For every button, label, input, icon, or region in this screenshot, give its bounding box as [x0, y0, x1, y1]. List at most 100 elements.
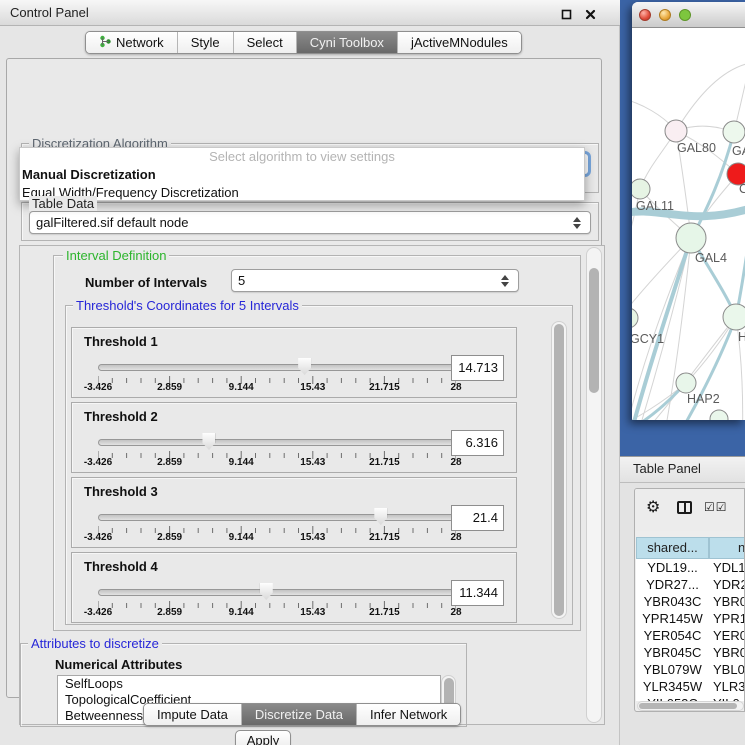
network-node-label: GAL80: [677, 141, 716, 155]
slider-tick-label: 2.859: [157, 532, 182, 543]
zoom-traffic-light[interactable]: [679, 9, 691, 21]
table-cell: YDR2: [713, 576, 745, 593]
algorithm-option-manual-discretization[interactable]: Manual Discretization: [20, 166, 584, 184]
network-node[interactable]: [665, 120, 687, 142]
table-row[interactable]: YLR345WYLR3: [636, 678, 745, 695]
outer-vertical-scrollbar[interactable]: [586, 247, 602, 723]
tab-discretize-data[interactable]: Discretize Data: [241, 704, 356, 725]
threshold-slider-track[interactable]: [98, 514, 456, 521]
network-node[interactable]: [723, 121, 745, 143]
select-columns-checkbox-icons[interactable]: ☑☑: [704, 500, 728, 514]
network-node-label: GCY1: [632, 332, 664, 346]
tab-label: Cyni Toolbox: [310, 35, 384, 50]
table-row[interactable]: YBR043CYBR0: [636, 593, 745, 610]
threshold-label: Threshold 2: [84, 409, 158, 424]
threshold-row-4: Threshold 4-3.4262.8599.14415.4321.71528…: [71, 552, 517, 623]
threshold-coordinates-title: Threshold's Coordinates for 5 Intervals: [73, 298, 302, 313]
float-window-icon[interactable]: [561, 8, 572, 19]
algorithm-option-equal-width-frequency-discretization[interactable]: Equal Width/Frequency Discretization: [20, 184, 584, 202]
slider-tick-label: 9.144: [229, 457, 254, 468]
network-node[interactable]: [723, 304, 745, 330]
apply-button[interactable]: Apply: [235, 730, 291, 745]
top-tab-bar: Network Style Select Cyni Toolbox jActiveMNo…: [85, 31, 522, 54]
columns-icon[interactable]: [677, 501, 692, 514]
threshold-value-field[interactable]: 6.316: [451, 430, 504, 456]
threshold-value-field[interactable]: 11.344: [451, 580, 504, 606]
slider-tick-label: 15.43: [300, 457, 325, 468]
network-node[interactable]: [676, 223, 706, 253]
slider-tick-label: 21.715: [369, 607, 400, 618]
tab-label: Style: [191, 35, 220, 50]
table-cell: YER054C: [636, 627, 709, 644]
close-traffic-light[interactable]: [639, 9, 651, 21]
outer-scrollbar-thumb[interactable]: [589, 268, 599, 393]
attribute-item-selfloops[interactable]: SelfLoops: [58, 676, 440, 692]
cyni-toolbox-pane: Discretization Algorithm Table Data galF…: [6, 58, 602, 698]
threshold-slider-thumb[interactable]: [202, 433, 215, 450]
table-cell: YPR1: [713, 610, 745, 627]
network-node[interactable]: [676, 373, 696, 393]
table-row[interactable]: YBL079WYBL0: [636, 661, 745, 678]
tab-label: Network: [116, 35, 164, 50]
slider-tick-label: 9.144: [229, 382, 254, 393]
threshold-label: Threshold 4: [84, 559, 158, 574]
tab-label: jActiveMNodules: [411, 35, 508, 50]
table-hscrollbar-thumb[interactable]: [639, 703, 737, 709]
threshold-slider-thumb[interactable]: [260, 583, 273, 600]
tab-label: Impute Data: [157, 707, 228, 722]
table-row[interactable]: YDR27...YDR2: [636, 576, 745, 593]
tab-jactivemnodules[interactable]: jActiveMNodules: [397, 32, 521, 53]
slider-tick-label: 2.859: [157, 382, 182, 393]
slider-tick-label: 2.859: [157, 607, 182, 618]
threshold-label: Threshold 3: [84, 484, 158, 499]
table-row[interactable]: YER054CYER0: [636, 627, 745, 644]
slider-ticks: [98, 374, 456, 384]
table-row[interactable]: YPR145WYPR1: [636, 610, 745, 627]
network-canvas[interactable]: GAL80GACGAL11GAL4GCY1HHAP2: [632, 28, 745, 420]
table-panel-title: Table Panel: [633, 461, 701, 476]
gear-icon[interactable]: ⚙: [646, 499, 660, 515]
interval-definition-title: Interval Definition: [63, 248, 169, 263]
tab-network[interactable]: Network: [86, 32, 177, 53]
network-node[interactable]: [632, 308, 638, 328]
slider-tick-label: 2.859: [157, 457, 182, 468]
minimize-traffic-light[interactable]: [659, 9, 671, 21]
threshold-value-field[interactable]: 14.713: [451, 355, 504, 381]
threshold-value-field[interactable]: 21.4: [451, 505, 504, 531]
table-data-combobox[interactable]: galFiltered.sif default node: [29, 211, 591, 234]
tab-style[interactable]: Style: [177, 32, 233, 53]
network-node[interactable]: [632, 179, 650, 199]
threshold-slider-thumb[interactable]: [374, 508, 387, 525]
network-node[interactable]: [710, 410, 728, 420]
tab-select[interactable]: Select: [233, 32, 296, 53]
tab-impute-data[interactable]: Impute Data: [144, 704, 241, 725]
network-view-window: GAL80GACGAL11GAL4GCY1HHAP2: [632, 2, 745, 420]
close-icon[interactable]: [585, 8, 596, 19]
table-cell: YBR0: [713, 593, 745, 610]
table-horizontal-scrollbar[interactable]: [637, 701, 744, 711]
table-column-header[interactable]: shared...: [636, 537, 709, 559]
threshold-scrollbar-thumb[interactable]: [554, 324, 564, 616]
number-of-intervals-combobox[interactable]: 5: [231, 269, 519, 292]
network-node-label: C: [739, 182, 745, 196]
network-node-label: GAL11: [636, 199, 674, 213]
attributes-group-title: Attributes to discretize: [28, 636, 162, 651]
threshold-vertical-scrollbar[interactable]: [551, 321, 567, 619]
table-column-header[interactable]: na: [709, 537, 745, 559]
slider-tick-label: -3.426: [84, 457, 112, 468]
threshold-slider-track[interactable]: [98, 589, 456, 596]
threshold-slider-thumb[interactable]: [298, 358, 311, 375]
table-cell: YDL19...: [636, 559, 709, 576]
table-row[interactable]: YDL19...YDL1: [636, 559, 745, 576]
tab-cyni-toolbox[interactable]: Cyni Toolbox: [296, 32, 397, 53]
slider-tick-label: 9.144: [229, 607, 254, 618]
threshold-slider-track[interactable]: [98, 364, 456, 371]
threshold-slider-track[interactable]: [98, 439, 456, 446]
table-row[interactable]: YBR045CYBR0: [636, 644, 745, 661]
tab-label: Select: [247, 35, 283, 50]
tab-infer-network[interactable]: Infer Network: [356, 704, 460, 725]
algorithm-dropdown-popup: Select algorithm to view settings Manual…: [19, 147, 585, 201]
slider-tick-label: -3.426: [84, 532, 112, 543]
network-window-titlebar[interactable]: [632, 2, 745, 28]
threshold-label: Threshold 1: [84, 334, 158, 349]
